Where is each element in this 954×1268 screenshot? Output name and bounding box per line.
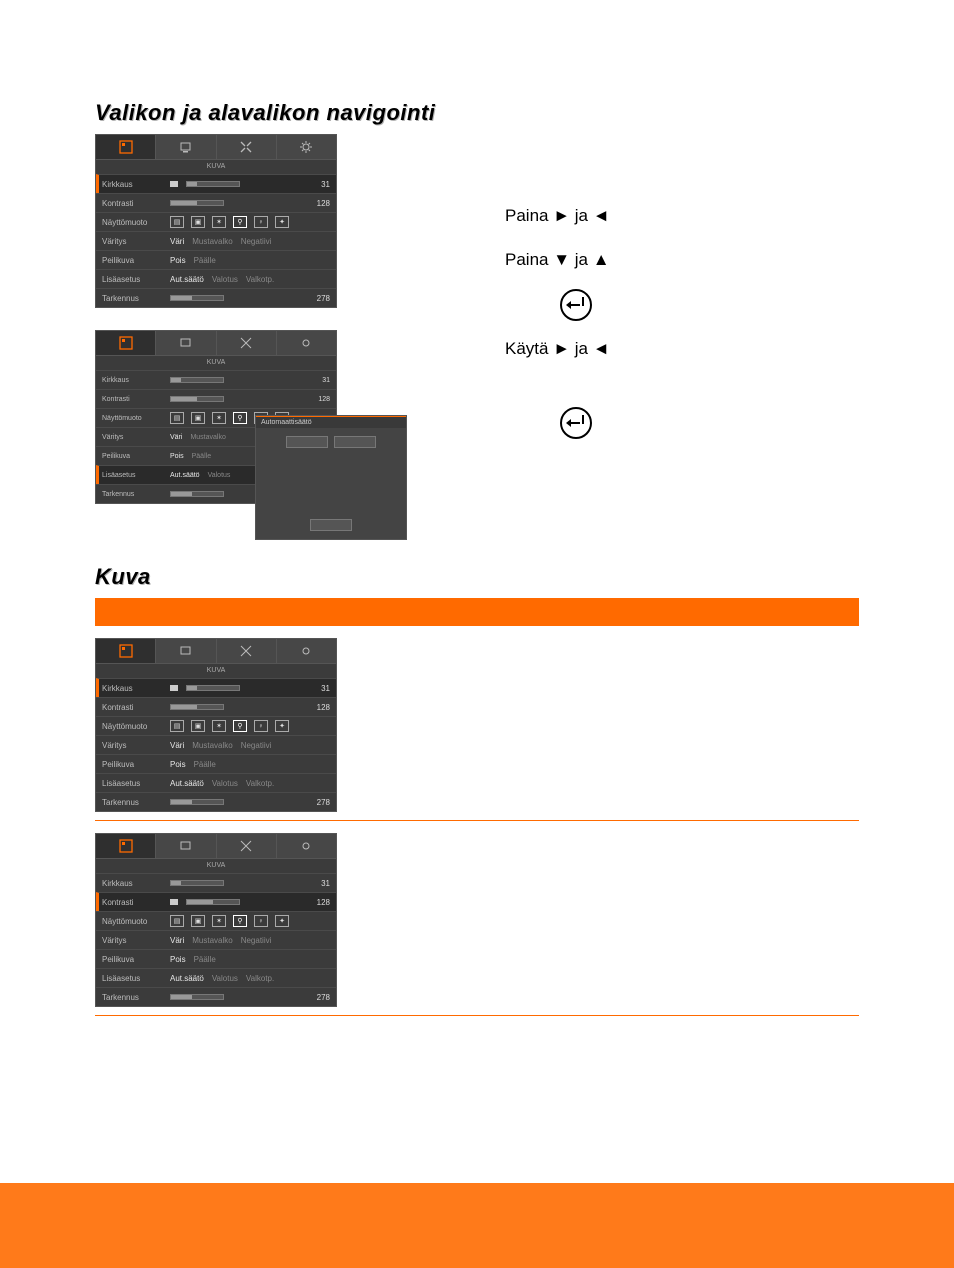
osd-tab-image[interactable] [96,331,156,356]
osd-tab-image[interactable] [96,135,156,160]
image-tab-icon [119,644,133,658]
osd-row-kontrasti[interactable]: Kontrasti128 [96,697,336,716]
mode-microscope-icon[interactable]: ⚲ [233,216,247,228]
tools-tab-icon [239,140,253,154]
osd-row-peilikuva[interactable]: PeilikuvaPoisPäälle [96,754,336,773]
osd-row-tarkennus[interactable]: Tarkennus 278 [96,288,336,307]
osd-title: KUVA [96,160,336,174]
osd-tab-tools[interactable] [217,639,277,664]
osd-tab-settings[interactable] [277,331,336,356]
submenu-button-2[interactable] [334,436,376,448]
osd-tab-settings[interactable] [277,639,336,664]
osd-row-kirkkaus[interactable]: Kirkkaus31 [96,678,336,697]
mode-photo-icon[interactable]: ▣ [191,216,205,228]
slider[interactable] [186,181,240,187]
mode-telescope-icon[interactable]: ✦ [275,216,289,228]
osd-tab-output[interactable] [156,135,216,160]
osd-row-kirkkaus[interactable]: Kirkkaus31 [96,370,336,389]
heading-kuva: Kuva [95,564,859,590]
instruction-line-5 [505,401,859,445]
osd-row-kirkkaus[interactable]: Kirkkaus 31 [96,174,336,193]
instruction-line-1: Paina ► ja ◄ [505,194,859,238]
orange-header-bar [95,598,859,626]
osd-row-kirkkaus[interactable]: Kirkkaus31 [96,873,336,892]
gear-icon [299,839,313,853]
output-tab-icon [179,644,193,658]
output-tab-icon [179,839,193,853]
image-tab-icon [119,839,133,853]
output-tab-icon [179,336,193,350]
osd-row-nayttomuoto[interactable]: Näyttömuoto▤▣✶⚲♀✦ [96,911,336,930]
page-footer-bar [0,1183,954,1268]
osd-tab-image[interactable] [96,834,156,859]
instruction-line-4: Käytä ► ja ◄ [505,327,859,371]
osd-submenu-popup: Automaattisäätö [255,415,407,540]
osd-tab-output[interactable] [156,834,216,859]
osd-tab-tools[interactable] [217,331,277,356]
tools-tab-icon [239,839,253,853]
osd-row-nayttomuoto[interactable]: Näyttömuoto▤▣✶⚲♀✦ [96,716,336,735]
osd-row-peilikuva[interactable]: Peilikuva PoisPäälle [96,250,336,269]
mode-motion-icon[interactable]: ✶ [212,216,226,228]
osd-panel-kuva-2: KUVA Kirkkaus31 Kontrasti128 Näyttömuoto… [95,833,337,1007]
heading-nav: Valikon ja alavalikon navigointi [95,100,859,126]
image-tab-icon [119,140,133,154]
gear-icon [299,140,313,154]
osd-tab-tools[interactable] [217,834,277,859]
submenu-button-ok[interactable] [310,519,352,531]
slider[interactable] [170,200,224,206]
select-icon [170,181,178,187]
tools-tab-icon [239,336,253,350]
osd-row-peilikuva[interactable]: PeilikuvaPoisPäälle [96,949,336,968]
instruction-list: Paina ► ja ◄ Paina ▼ ja ▲ Käytä ► ja ◄ [355,134,859,445]
enter-icon [560,407,592,439]
osd-row-nayttomuoto[interactable]: Näyttömuoto ▤ ▣ ✶ ⚲ ♀ ✦ [96,212,336,231]
display-mode-icons: ▤ ▣ ✶ ⚲ ♀ ✦ [170,216,289,228]
osd-panel-1: KUVA Kirkkaus 31 Kontrasti 128 Näyttömuo… [95,134,337,308]
tools-tab-icon [239,644,253,658]
kuva-item-2: KUVA Kirkkaus31 Kontrasti128 Näyttömuoto… [95,821,859,1016]
osd-tab-output[interactable] [156,331,216,356]
osd-row-kontrasti[interactable]: Kontrasti 128 [96,193,336,212]
enter-icon [560,289,592,321]
osd-tab-settings[interactable] [277,135,336,160]
osd-row-varitys[interactable]: VäritysVäriMustavalkoNegatiivi [96,735,336,754]
osd-tab-tools[interactable] [217,135,277,160]
osd-panel-kuva-1: KUVA Kirkkaus31 Kontrasti128 Näyttömuoto… [95,638,337,812]
osd-row-varitys[interactable]: VäritysVäriMustavalkoNegatiivi [96,930,336,949]
submenu-header: Automaattisäätö [256,416,406,428]
mode-macro-icon[interactable]: ♀ [254,216,268,228]
osd-row-varitys[interactable]: Väritys VäriMustavalkoNegatiivi [96,231,336,250]
instruction-line-3 [505,282,859,326]
gear-icon [299,644,313,658]
instruction-line-2: Paina ▼ ja ▲ [505,238,859,282]
submenu-button-1[interactable] [286,436,328,448]
gear-icon [299,336,313,350]
osd-row-lisaasetus[interactable]: LisäasetusAut.säätöValotusValkotp. [96,968,336,987]
osd-tab-image[interactable] [96,639,156,664]
osd-tab-settings[interactable] [277,834,336,859]
osd-row-tarkennus[interactable]: Tarkennus278 [96,987,336,1006]
osd-row-lisaasetus[interactable]: LisäasetusAut.säätöValotusValkotp. [96,773,336,792]
output-tab-icon [179,140,193,154]
osd-row-kontrasti[interactable]: Kontrasti128 [96,892,336,911]
image-tab-icon [119,336,133,350]
mode-document-icon[interactable]: ▤ [170,216,184,228]
slider[interactable] [170,295,224,301]
osd-row-tarkennus[interactable]: Tarkennus278 [96,792,336,811]
osd-row-kontrasti[interactable]: Kontrasti128 [96,389,336,408]
osd-row-lisaasetus[interactable]: Lisäasetus Aut.säätöValotusValkotp. [96,269,336,288]
osd-tab-output[interactable] [156,639,216,664]
kuva-item-1: KUVA Kirkkaus31 Kontrasti128 Näyttömuoto… [95,626,859,821]
